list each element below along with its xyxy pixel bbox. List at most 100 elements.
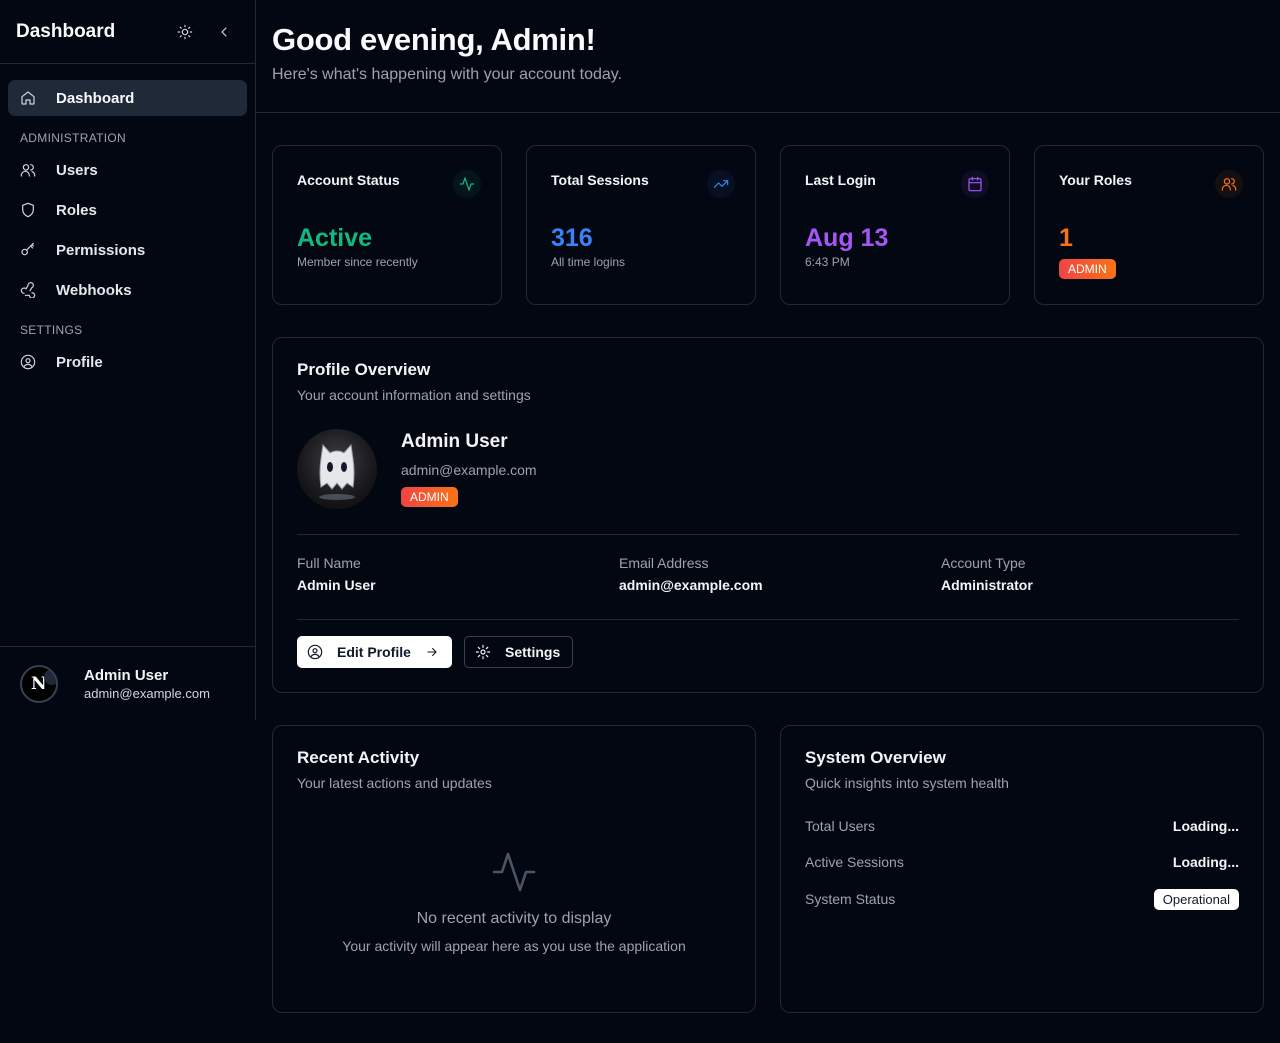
sidebar-title: Dashboard <box>16 20 116 42</box>
sidebar-user-name: Admin User <box>84 666 169 684</box>
section-subtitle: Quick insights into system health <box>805 775 1009 791</box>
stat-card-total-sessions: Total Sessions 316 All time logins <box>526 145 756 305</box>
system-row-active-sessions: Active Sessions Loading... <box>805 850 1239 874</box>
field-label: Full Name <box>297 555 361 571</box>
section-subtitle: Your account information and settings <box>297 387 531 403</box>
sidebar-item-webhooks[interactable]: Webhooks <box>8 272 247 308</box>
activity-icon <box>453 170 481 198</box>
sidebar-item-label: Dashboard <box>56 89 135 107</box>
stat-subtext: 6:43 PM <box>805 255 850 269</box>
user-circle-icon <box>307 644 323 660</box>
empty-state-title: No recent activity to display <box>416 910 612 927</box>
recent-activity-card: Recent Activity Your latest actions and … <box>272 725 756 1013</box>
sidebar: Dashboard Dashboard ADMINISTRATION Users… <box>0 0 256 720</box>
sidebar-item-profile[interactable]: Profile <box>8 344 247 380</box>
page-header: Good evening, Admin! Here's what's happe… <box>256 0 1280 113</box>
stat-label: Total Sessions <box>551 172 649 188</box>
collapse-sidebar-button[interactable] <box>214 22 234 42</box>
users-icon <box>1215 170 1243 198</box>
stat-label: Last Login <box>805 172 876 188</box>
sidebar-item-roles[interactable]: Roles <box>8 192 247 228</box>
field-account-type: Account Type Administrator <box>941 555 1033 593</box>
sun-icon <box>177 24 193 40</box>
field-email-address: Email Address admin@example.com <box>619 555 763 593</box>
stat-label: Your Roles <box>1059 172 1132 188</box>
row-value: Loading... <box>1172 818 1239 834</box>
role-badge: ADMIN <box>1059 259 1116 279</box>
page-title: Good evening, Admin! <box>272 22 596 57</box>
row-label: Total Users <box>805 818 876 834</box>
divider <box>297 619 1239 620</box>
avatar: N <box>20 664 58 703</box>
divider <box>297 534 1239 535</box>
edit-profile-button[interactable]: Edit Profile <box>297 636 452 668</box>
home-icon <box>21 91 35 105</box>
sidebar-item-dashboard[interactable]: Dashboard <box>8 80 247 116</box>
chevron-left-icon <box>221 27 227 37</box>
stat-value: Aug 13 <box>805 224 889 252</box>
section-subtitle: Your latest actions and updates <box>297 775 492 791</box>
ghost-avatar-icon <box>319 443 355 500</box>
section-title: Recent Activity <box>297 748 420 767</box>
stat-card-your-roles: Your Roles 1 ADMIN <box>1034 145 1264 305</box>
stat-value: 1 <box>1059 224 1073 252</box>
stat-value: 316 <box>551 224 593 252</box>
button-label: Settings <box>505 644 561 660</box>
stat-value: Active <box>297 224 373 252</box>
sidebar-nav: Dashboard ADMINISTRATION Users Roles Per… <box>0 64 255 380</box>
trending-up-icon <box>707 170 735 198</box>
system-overview-card: System Overview Quick insights into syst… <box>780 725 1264 1013</box>
system-row-total-users: Total Users Loading... <box>805 814 1239 838</box>
activity-icon <box>492 852 536 892</box>
profile-identity: Admin User admin@example.com ADMIN <box>401 431 537 507</box>
sidebar-item-label: Users <box>56 161 98 179</box>
button-label: Edit Profile <box>337 644 411 660</box>
shield-icon <box>22 202 34 218</box>
row-label: System Status <box>805 891 896 907</box>
section-title: System Overview <box>805 748 946 767</box>
profile-name: Admin User <box>401 431 508 452</box>
page-subtitle: Here's what's happening with your accoun… <box>272 66 623 83</box>
arrow-right-icon <box>427 647 437 657</box>
section-heading-settings: SETTINGS <box>20 323 83 337</box>
webhook-icon <box>20 282 36 298</box>
stat-subtext: Member since recently <box>297 255 418 269</box>
role-badge: ADMIN <box>401 487 458 507</box>
system-row-status: System Status Operational <box>805 887 1239 911</box>
profile-overview-card: Profile Overview Your account informatio… <box>272 337 1264 693</box>
sidebar-item-users[interactable]: Users <box>8 152 247 188</box>
theme-toggle-button[interactable] <box>175 22 195 42</box>
sidebar-item-label: Permissions <box>56 241 146 259</box>
key-icon <box>21 242 34 256</box>
field-value: Admin User <box>297 577 376 593</box>
stat-card-account-status: Account Status Active Member since recen… <box>272 145 502 305</box>
section-title: Profile Overview <box>297 360 431 379</box>
row-label: Active Sessions <box>805 854 904 870</box>
profile-email: admin@example.com <box>401 462 537 478</box>
field-value: admin@example.com <box>619 577 763 593</box>
main-content: Good evening, Admin! Here's what's happe… <box>256 0 1280 1043</box>
user-circle-icon <box>20 354 36 370</box>
row-value: Loading... <box>1172 854 1239 870</box>
calendar-icon <box>961 170 989 198</box>
sidebar-user-menu[interactable]: N Admin User admin@example.com <box>0 646 255 720</box>
section-heading-administration: ADMINISTRATION <box>20 131 126 145</box>
gear-icon <box>475 644 491 660</box>
sidebar-user-email: admin@example.com <box>84 685 210 701</box>
stat-subtext: All time logins <box>551 255 626 269</box>
empty-state-icon-wrap <box>273 848 755 896</box>
sidebar-header: Dashboard <box>0 0 255 64</box>
sidebar-item-permissions[interactable]: Permissions <box>8 232 247 268</box>
field-value: Administrator <box>941 577 1033 593</box>
sidebar-item-label: Profile <box>56 353 103 371</box>
stat-card-last-login: Last Login Aug 13 6:43 PM <box>780 145 1010 305</box>
stat-label: Account Status <box>297 172 400 188</box>
field-full-name: Full Name Admin User <box>297 555 376 593</box>
status-badge: Operational <box>1153 888 1239 910</box>
field-label: Account Type <box>941 555 1026 571</box>
settings-button[interactable]: Settings <box>464 636 573 668</box>
empty-state-subtitle: Your activity will appear here as you us… <box>342 938 686 954</box>
sidebar-item-label: Webhooks <box>56 281 132 299</box>
field-label: Email Address <box>619 555 709 571</box>
users-icon <box>20 164 36 177</box>
